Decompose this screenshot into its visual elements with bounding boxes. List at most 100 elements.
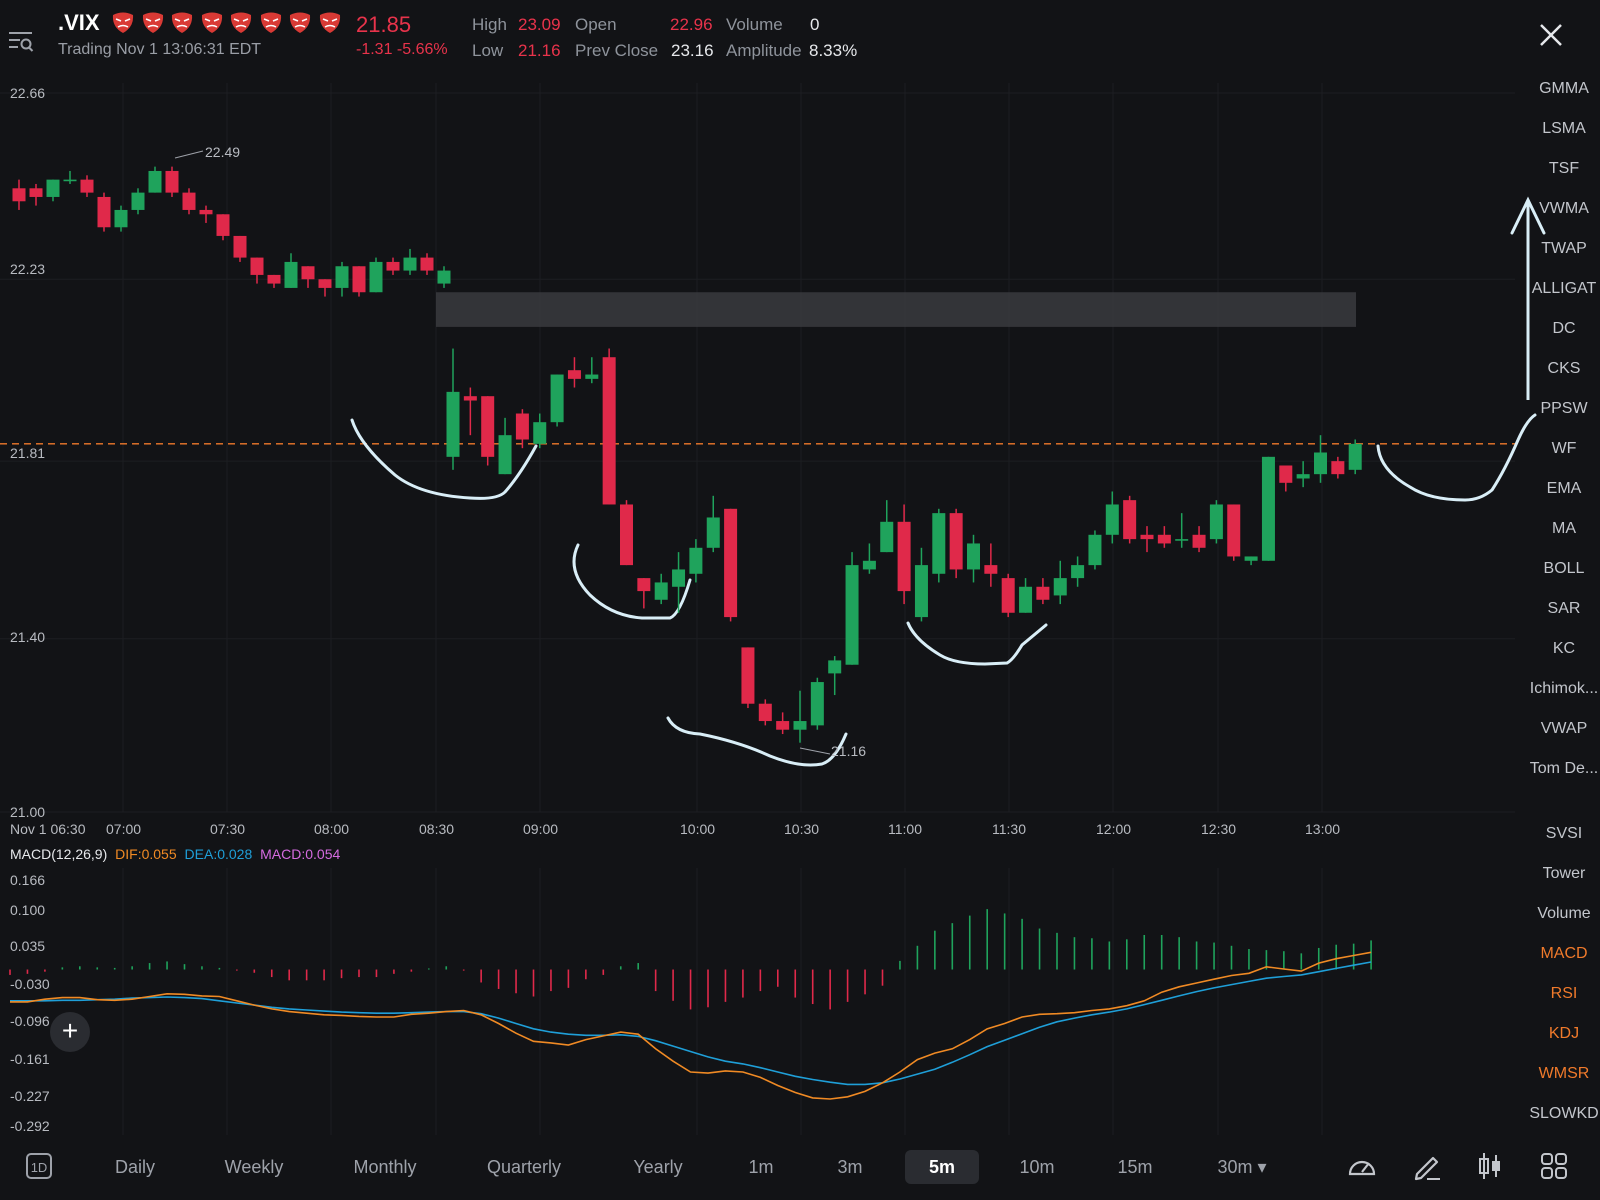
candle[interactable] xyxy=(1244,556,1258,566)
indicator-ma[interactable]: MA xyxy=(1528,520,1600,538)
candle[interactable] xyxy=(80,175,94,197)
candle[interactable] xyxy=(1019,578,1033,613)
candle[interactable] xyxy=(1123,495,1137,544)
candle[interactable] xyxy=(567,357,581,388)
timeframe-quarterly[interactable]: Quarterly xyxy=(478,1150,570,1184)
candle[interactable] xyxy=(114,205,128,232)
candle[interactable] xyxy=(63,170,77,184)
candle[interactable] xyxy=(654,573,668,605)
indicator-dc[interactable]: DC xyxy=(1528,320,1600,338)
chart-canvas[interactable]: 22.66 22.23 21.81 21.40 21.00Nov 1 06:30 07:0… xyxy=(0,0,1600,1200)
indicator-kc[interactable]: KC xyxy=(1528,640,1600,658)
candle[interactable] xyxy=(369,257,383,293)
candle[interactable] xyxy=(533,413,547,449)
candle[interactable] xyxy=(1157,526,1171,548)
timeframe-1m[interactable]: 1m xyxy=(743,1150,779,1184)
candle[interactable] xyxy=(1261,456,1275,561)
indicator-wmsr[interactable]: WMSR xyxy=(1528,1065,1600,1083)
candle[interactable] xyxy=(1088,530,1102,570)
candle[interactable] xyxy=(29,183,43,206)
indicator-boll[interactable]: BOLL xyxy=(1528,560,1600,578)
candle[interactable] xyxy=(12,179,26,210)
indicator-svsi[interactable]: SVSI xyxy=(1528,825,1600,843)
candle[interactable] xyxy=(165,166,179,197)
candle[interactable] xyxy=(131,188,145,215)
indicator-gmma[interactable]: GMMA xyxy=(1528,80,1600,98)
candle[interactable] xyxy=(352,266,366,297)
indicator-alligat[interactable]: ALLIGAT xyxy=(1528,280,1600,298)
candle[interactable] xyxy=(233,235,247,262)
draw-pen-icon[interactable] xyxy=(1411,1150,1443,1187)
indicator-kdj[interactable]: KDJ xyxy=(1528,1025,1600,1043)
candle[interactable] xyxy=(1192,526,1206,553)
speedometer-icon[interactable] xyxy=(1346,1150,1378,1187)
candle[interactable] xyxy=(880,500,894,553)
indicator-ppsw[interactable]: PPSW xyxy=(1528,400,1600,418)
indicator-tsf[interactable]: TSF xyxy=(1528,160,1600,178)
indicator-ichimok[interactable]: Ichimok... xyxy=(1528,680,1600,698)
candle[interactable] xyxy=(914,547,928,622)
candle[interactable] xyxy=(318,279,332,297)
indicator-sar[interactable]: SAR xyxy=(1528,600,1600,618)
candle[interactable] xyxy=(620,500,633,566)
candle[interactable] xyxy=(301,266,315,288)
candle[interactable] xyxy=(481,396,495,466)
candle[interactable] xyxy=(1314,435,1327,483)
candle[interactable] xyxy=(637,578,651,609)
candle[interactable] xyxy=(949,508,963,579)
candle[interactable] xyxy=(1140,526,1154,553)
candle[interactable] xyxy=(1279,465,1293,492)
candle[interactable] xyxy=(1331,456,1345,479)
candle[interactable] xyxy=(335,261,349,297)
candle[interactable] xyxy=(515,409,529,449)
candle[interactable] xyxy=(672,552,686,613)
timeframe-weekly[interactable]: Weekly xyxy=(214,1150,294,1184)
timeframe-monthly[interactable]: Monthly xyxy=(340,1150,430,1184)
timeframe-10m[interactable]: 10m xyxy=(1016,1150,1058,1184)
candle[interactable] xyxy=(420,253,434,275)
indicator-rsi[interactable]: RSI xyxy=(1528,985,1600,1003)
candle[interactable] xyxy=(793,690,807,743)
candle[interactable] xyxy=(446,348,460,470)
candle[interactable] xyxy=(776,712,790,735)
candle[interactable] xyxy=(267,274,281,288)
candle[interactable] xyxy=(689,539,703,583)
candle[interactable] xyxy=(967,534,980,583)
timeframe-yearly[interactable]: Yearly xyxy=(622,1150,694,1184)
candle[interactable] xyxy=(585,357,599,384)
candle[interactable] xyxy=(97,192,111,232)
candle[interactable] xyxy=(1348,439,1362,475)
indicator-cks[interactable]: CKS xyxy=(1528,360,1600,378)
candle[interactable] xyxy=(386,257,400,275)
candle[interactable] xyxy=(216,214,230,241)
candle[interactable] xyxy=(437,266,451,288)
candle[interactable] xyxy=(1209,500,1223,544)
candle[interactable] xyxy=(1001,573,1015,618)
candle[interactable] xyxy=(602,348,616,505)
timeframe-15m[interactable]: 15m xyxy=(1114,1150,1156,1184)
candle[interactable] xyxy=(845,552,859,665)
indicator-twap[interactable]: TWAP xyxy=(1528,240,1600,258)
timeframe-5m[interactable]: 5m xyxy=(905,1150,979,1184)
candle[interactable] xyxy=(862,543,876,574)
period-1d-icon[interactable]: 1D xyxy=(26,1153,52,1179)
candle[interactable] xyxy=(403,248,417,275)
candle[interactable] xyxy=(284,253,298,288)
indicator-ema[interactable]: EMA xyxy=(1528,480,1600,498)
candle[interactable] xyxy=(1105,491,1119,544)
grid-layout-icon[interactable] xyxy=(1538,1150,1570,1187)
timeframe-30m[interactable]: 30m ▾ xyxy=(1213,1150,1271,1184)
candle[interactable] xyxy=(199,205,213,223)
candle[interactable] xyxy=(828,656,842,696)
candle[interactable] xyxy=(463,387,477,436)
candle[interactable] xyxy=(897,504,911,605)
indicator-slowkd[interactable]: SLOWKD xyxy=(1528,1105,1600,1123)
candle[interactable] xyxy=(148,166,162,193)
indicator-wf[interactable]: WF xyxy=(1528,440,1600,458)
candle[interactable] xyxy=(1053,560,1067,605)
indicator-tomde[interactable]: Tom De... xyxy=(1528,760,1600,778)
candle-style-icon[interactable] xyxy=(1474,1150,1506,1187)
candle[interactable] xyxy=(1175,513,1189,548)
candle[interactable] xyxy=(1296,461,1310,488)
candle[interactable] xyxy=(758,699,772,726)
